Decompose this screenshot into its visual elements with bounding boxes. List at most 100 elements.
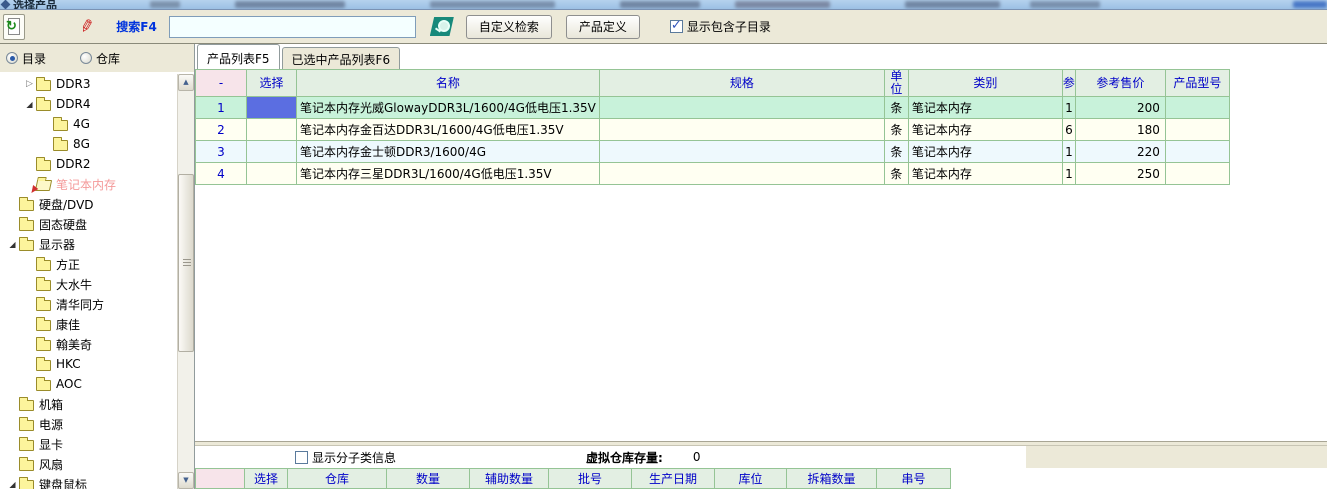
select-cell[interactable]: [247, 97, 297, 119]
tree-scrollbar[interactable]: ▲ ▼: [177, 74, 194, 489]
expander-icon[interactable]: ◢: [23, 100, 36, 109]
folder-icon: [19, 420, 34, 431]
model-cell: [1165, 141, 1229, 163]
tree-item-键盘鼠标[interactable]: ◢键盘鼠标: [0, 474, 176, 489]
tree-item-AOC[interactable]: AOC: [0, 374, 176, 394]
window-title: 选择产品: [13, 0, 57, 10]
product-row[interactable]: 3笔记本内存金士顿DDR3/1600/4G条笔记本内存1220: [196, 141, 1230, 163]
bottom-controls: 显示分子类信息 虚拟仓库存量: 0: [195, 446, 1327, 468]
tree-item-硬盘/DVD[interactable]: 硬盘/DVD: [0, 194, 176, 214]
select-cell[interactable]: [247, 141, 297, 163]
edit-pen-icon[interactable]: ✎: [78, 15, 97, 38]
tree-item-大水牛[interactable]: 大水牛: [0, 274, 176, 294]
category-tree: ▷DDR3◢DDR44G 8G DDR2笔记本内存硬盘/DVD固态硬盘 ◢ 显示器方正大…: [0, 74, 176, 489]
unit-cell: 条: [884, 97, 908, 119]
tree-item-DDR4[interactable]: ◢DDR4: [0, 94, 176, 114]
spec-cell: [599, 141, 884, 163]
custom-search-button[interactable]: 自定义检索: [466, 15, 552, 39]
include-subdirs-checkbox[interactable]: [670, 20, 683, 33]
radio-warehouse-icon: [80, 52, 92, 64]
unit-cell: 条: [884, 163, 908, 185]
tree-item-DDR3[interactable]: ▷DDR3: [0, 74, 176, 94]
column-header-0[interactable]: -: [196, 70, 247, 97]
scroll-up-button[interactable]: ▲: [178, 74, 194, 91]
search-input[interactable]: [169, 16, 416, 38]
tree-item-方正[interactable]: 方正: [0, 254, 176, 274]
column-header-3[interactable]: 规格: [599, 70, 884, 97]
tree-item-笔记本内存[interactable]: 笔记本内存: [0, 174, 176, 194]
tree-item-康佳[interactable]: 康佳: [0, 314, 176, 334]
expander-icon[interactable]: ◢: [6, 240, 19, 249]
tree-item-label: 电源: [39, 416, 63, 433]
product-row[interactable]: 4笔记本内存三星DDR3L/1600/4G低电压1.35V条笔记本内存1250: [196, 163, 1230, 185]
category-cell: 笔记本内存: [908, 163, 1062, 185]
product-define-button[interactable]: 产品定义: [566, 15, 640, 39]
tree-item-label: 风扇: [39, 456, 63, 473]
stock-column-header-0[interactable]: [196, 469, 245, 489]
sidebar: 目录 仓库 ▷DDR3◢DDR44G8GDDR2笔记本内存硬盘/DVD固态硬盘◢…: [0, 44, 195, 489]
column-header-2[interactable]: 名称: [297, 70, 600, 97]
tree-item-8G[interactable]: 8G: [0, 134, 176, 154]
tree-item-4G[interactable]: 4G: [0, 114, 176, 134]
stock-column-header-4[interactable]: 辅助数量: [470, 469, 549, 489]
stock-column-header-2[interactable]: 仓库: [288, 469, 387, 489]
tree-item-清华同方[interactable]: 清华同方: [0, 294, 176, 314]
scroll-thumb[interactable]: [178, 174, 194, 352]
radio-option-warehouse[interactable]: 仓库: [80, 50, 120, 67]
tab-1[interactable]: 已选中产品列表F6: [282, 47, 401, 69]
tree-item-固态硬盘[interactable]: 固态硬盘: [0, 214, 176, 234]
select-cell[interactable]: [247, 163, 297, 185]
column-header-5[interactable]: 类别: [908, 70, 1062, 97]
column-header-4[interactable]: 单位: [884, 70, 908, 97]
product-row[interactable]: 2笔记本内存金百达DDR3L/1600/4G低电压1.35V条笔记本内存6180: [196, 119, 1230, 141]
spec-cell: [599, 97, 884, 119]
folder-icon: [36, 340, 51, 351]
stock-column-header-7[interactable]: 库位: [715, 469, 787, 489]
tree-item-显示器[interactable]: ◢ 显示器: [0, 234, 176, 254]
magnifier-icon[interactable]: [430, 17, 454, 36]
folder-icon: [36, 360, 51, 371]
tree-item-label: AOC: [56, 377, 82, 391]
tab-0[interactable]: 产品列表F5: [197, 44, 280, 69]
radio-option-catalog[interactable]: 目录: [6, 50, 46, 67]
radio-catalog-label: 目录: [22, 50, 46, 67]
tree-item-显卡[interactable]: 显卡: [0, 434, 176, 454]
stock-column-header-9[interactable]: 串号: [877, 469, 951, 489]
tree-item-风扇[interactable]: 风扇: [0, 454, 176, 474]
tree-item-翰美奇[interactable]: 翰美奇: [0, 334, 176, 354]
unit-cell: 条: [884, 141, 908, 163]
row-number-cell: 2: [196, 119, 247, 141]
tree-item-label: 显示器: [39, 236, 75, 253]
tree-item-机箱[interactable]: 机箱: [0, 394, 176, 414]
expander-icon[interactable]: ▷: [23, 79, 36, 89]
product-row[interactable]: 1笔记本内存光威GlowayDDR3L/1600/4G低电压1.35V条笔记本内…: [196, 97, 1230, 119]
row-number-cell: 1: [196, 97, 247, 119]
folder-icon: [19, 240, 34, 251]
show-subclass-checkbox[interactable]: [295, 451, 308, 464]
folder-icon: [36, 160, 51, 171]
tree-item-label: 翰美奇: [56, 336, 92, 353]
stock-column-header-1[interactable]: 选择: [245, 469, 288, 489]
tree-item-HKC[interactable]: HKC: [0, 354, 176, 374]
folder-icon: [19, 460, 34, 471]
column-header-6[interactable]: 参: [1062, 70, 1075, 97]
expander-icon[interactable]: ◢: [6, 480, 19, 489]
stock-column-header-8[interactable]: 拆箱数量: [787, 469, 877, 489]
scroll-down-button[interactable]: ▼: [178, 472, 194, 489]
select-cell[interactable]: [247, 119, 297, 141]
name-cell: 笔记本内存金士顿DDR3/1600/4G: [297, 141, 600, 163]
folder-icon: [36, 300, 51, 311]
stock-column-header-5[interactable]: 批号: [549, 469, 632, 489]
tree-item-电源[interactable]: 电源: [0, 414, 176, 434]
tree-item-DDR2[interactable]: DDR2: [0, 154, 176, 174]
ref-cell: 1: [1062, 141, 1075, 163]
stock-column-header-6[interactable]: 生产日期: [632, 469, 715, 489]
column-header-1[interactable]: 选择: [247, 70, 297, 97]
column-header-7[interactable]: 参考售价: [1075, 70, 1165, 97]
stock-column-header-3[interactable]: 数量: [387, 469, 470, 489]
row-number-cell: 3: [196, 141, 247, 163]
tree-item-label: 8G: [73, 137, 90, 151]
column-header-8[interactable]: 产品型号: [1165, 70, 1229, 97]
folder-icon: [36, 260, 51, 271]
refresh-button[interactable]: ↻: [3, 14, 25, 40]
